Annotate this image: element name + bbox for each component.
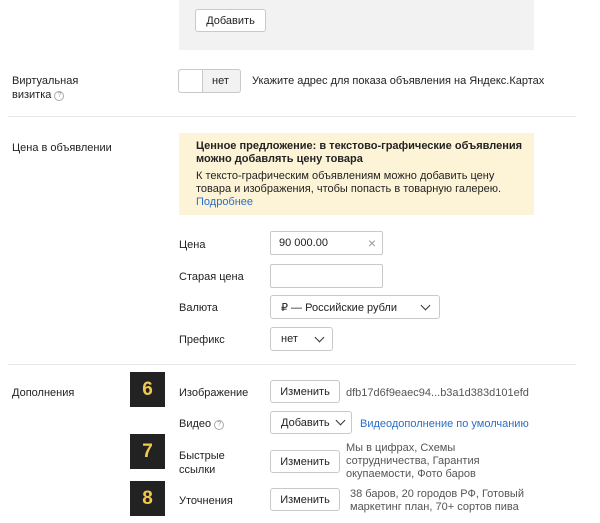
sitelinks-change-button[interactable]: Изменить bbox=[270, 450, 340, 473]
info-icon[interactable]: ? bbox=[54, 91, 65, 101]
price-label: Цена bbox=[179, 239, 206, 251]
toggle-value: нет bbox=[212, 75, 229, 87]
callouts-value: 38 баров, 20 городов РФ, Готовый маркети… bbox=[350, 488, 524, 513]
clear-icon[interactable]: × bbox=[368, 235, 376, 251]
callouts-change-button[interactable]: Изменить bbox=[270, 488, 340, 511]
callouts-label: Уточнения bbox=[179, 495, 233, 507]
sitelinks-value: Мы в цифрах, Схемы сотрудничества, Гаран… bbox=[346, 442, 480, 480]
badge-8: 8 bbox=[130, 481, 165, 516]
image-change-button[interactable]: Изменить bbox=[270, 380, 340, 403]
badge-6: 6 bbox=[130, 372, 165, 407]
old-price-label: Старая цена bbox=[179, 271, 244, 283]
price-input[interactable]: 90 000.00 × bbox=[270, 231, 383, 255]
extras-label: Дополнения bbox=[12, 387, 75, 399]
currency-select[interactable]: ₽ — Российские рубли bbox=[270, 295, 440, 319]
image-label: Изображение bbox=[179, 387, 249, 399]
chevron-down-icon bbox=[335, 415, 346, 426]
video-add-select[interactable]: Добавить bbox=[270, 411, 352, 434]
video-label: Видео? bbox=[179, 417, 225, 431]
vcard-toggle[interactable]: нет bbox=[178, 69, 241, 93]
vcard-label: Виртуальная визитка? bbox=[12, 75, 79, 101]
notice-body: К тексто-графическим объявлениям можно д… bbox=[196, 170, 502, 208]
more-link[interactable]: Подробнее bbox=[196, 196, 253, 208]
video-default-link[interactable]: Видеодополнение по умолчанию bbox=[360, 417, 529, 431]
divider bbox=[8, 364, 576, 365]
sitelinks-label: Быстрые ссылки bbox=[179, 450, 225, 476]
old-price-input[interactable] bbox=[270, 264, 383, 288]
toggle-knob bbox=[179, 70, 203, 92]
price-section-label: Цена в объявлении bbox=[12, 142, 112, 154]
chevron-down-icon bbox=[420, 300, 431, 311]
divider bbox=[8, 116, 576, 117]
vcard-hint: Укажите адрес для показа объявления на Я… bbox=[252, 75, 545, 87]
prefix-select[interactable]: нет bbox=[270, 327, 333, 351]
notice-title: Ценное предложение: в текстово-графическ… bbox=[196, 140, 523, 165]
add-button[interactable]: Добавить bbox=[195, 9, 266, 32]
price-notice: Ценное предложение: в текстово-графическ… bbox=[179, 133, 534, 215]
info-icon[interactable]: ? bbox=[214, 420, 225, 430]
badge-7: 7 bbox=[130, 434, 165, 469]
image-value: dfb17d6f9eaec94...b3a1d383d101efd bbox=[346, 387, 529, 399]
chevron-down-icon bbox=[314, 332, 325, 343]
prefix-label: Префикс bbox=[179, 334, 225, 346]
currency-label: Валюта bbox=[179, 302, 218, 314]
